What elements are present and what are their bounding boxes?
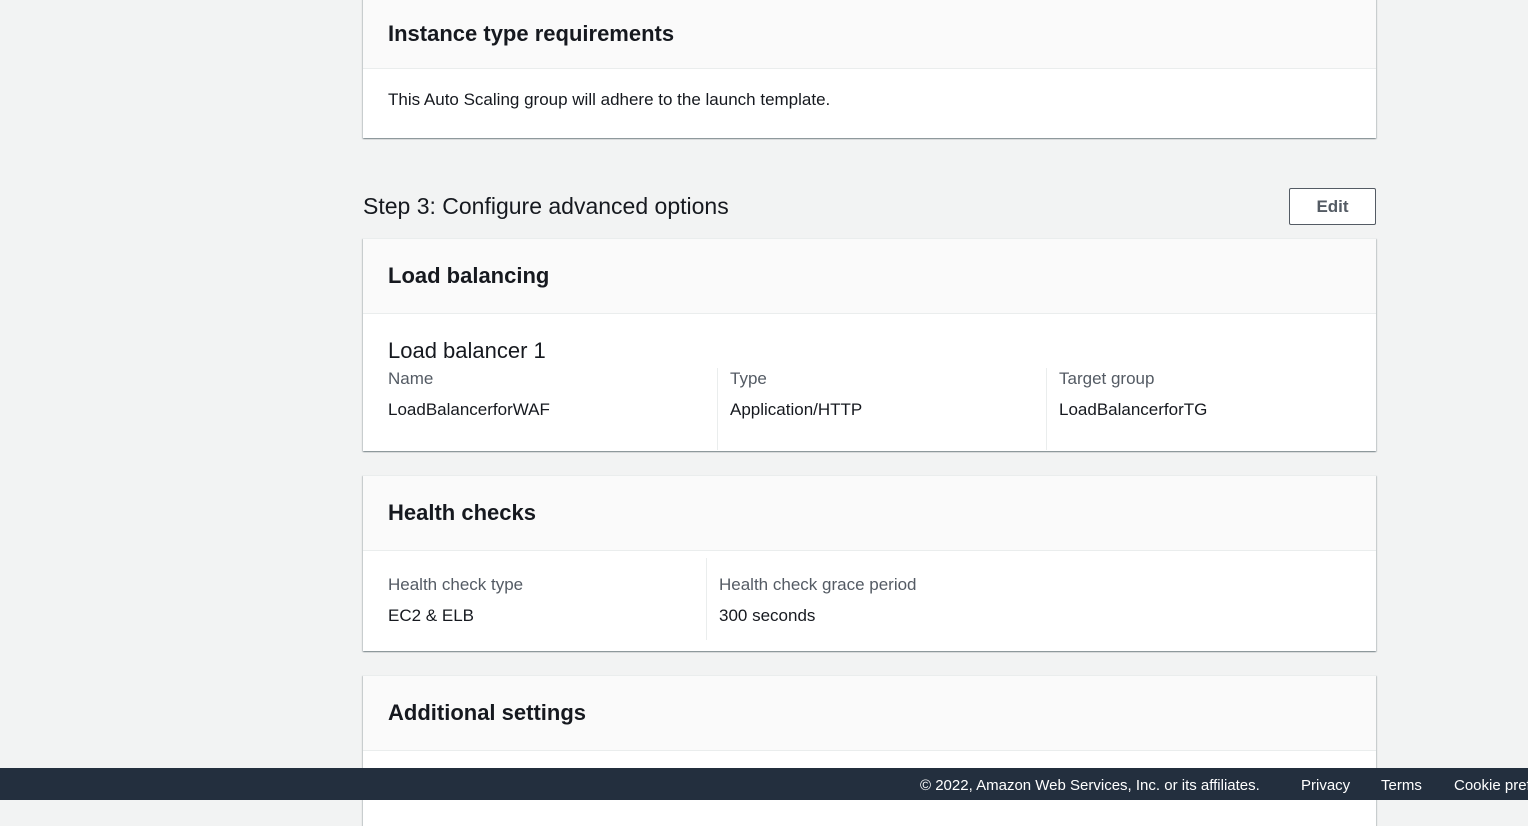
card-title: Health checks xyxy=(388,500,536,525)
kv-health-check-type: Health check type EC2 & ELB xyxy=(388,558,706,640)
footer-link-cookie-preferences[interactable]: Cookie preferences xyxy=(1454,777,1528,794)
footer-copyright: © 2022, Amazon Web Services, Inc. or its… xyxy=(920,777,1260,794)
field-value: 300 seconds xyxy=(719,606,816,625)
health-checks-card: Health checks Health check type EC2 & EL… xyxy=(363,475,1376,651)
card-header: Instance type requirements xyxy=(363,0,1376,69)
card-title: Instance type requirements xyxy=(388,20,675,46)
load-balancer-title: Load balancer 1 xyxy=(388,338,546,363)
instance-type-requirements-card: Instance type requirements This Auto Sca… xyxy=(363,0,1376,138)
card-body: Load balancer 1 Name LoadBalancerforWAF … xyxy=(363,314,1376,450)
field-label: Health check type xyxy=(388,575,524,594)
kv-type: Type Application/HTTP xyxy=(717,368,1046,450)
instance-requirements-description: This Auto Scaling group will adhere to t… xyxy=(388,90,831,109)
footer: © 2022, Amazon Web Services, Inc. or its… xyxy=(0,768,1528,800)
card-header: Additional settings xyxy=(363,676,1376,751)
footer-link-terms[interactable]: Terms xyxy=(1381,777,1422,794)
step-title: Step 3: Configure advanced options xyxy=(363,193,729,219)
kv-target-group: Target group LoadBalancerforTG xyxy=(1046,368,1346,450)
card-header: Health checks xyxy=(363,476,1376,551)
card-title: Load balancing xyxy=(388,263,550,288)
load-balancing-card: Load balancing Load balancer 1 Name Load… xyxy=(363,238,1376,451)
health-check-details: Health check type EC2 & ELB Health check… xyxy=(388,558,1351,640)
field-value: LoadBalancerforTG xyxy=(1059,400,1208,419)
edit-step-3-button[interactable]: Edit xyxy=(1289,188,1376,225)
field-value: LoadBalancerforWAF xyxy=(388,400,550,419)
field-value: Application/HTTP xyxy=(730,400,863,419)
card-header: Load balancing xyxy=(363,239,1376,314)
field-label: Target group xyxy=(1059,369,1155,388)
additional-settings-card: Additional settings xyxy=(363,675,1376,826)
field-label: Type xyxy=(730,369,767,388)
kv-health-check-grace-period: Health check grace period 300 seconds xyxy=(706,558,1106,640)
field-label: Name xyxy=(388,369,434,388)
field-value: EC2 & ELB xyxy=(388,606,474,625)
card-title: Additional settings xyxy=(388,700,586,725)
load-balancer-details: Name LoadBalancerforWAF Type Application… xyxy=(388,368,1351,450)
step-3-header: Step 3: Configure advanced options Edit xyxy=(363,188,1376,225)
footer-link-privacy[interactable]: Privacy xyxy=(1301,777,1350,794)
card-body: This Auto Scaling group will adhere to t… xyxy=(363,69,1376,110)
card-body: Health check type EC2 & ELB Health check… xyxy=(363,558,1376,640)
field-label: Health check grace period xyxy=(719,575,917,594)
kv-name: Name LoadBalancerforWAF xyxy=(388,368,717,450)
